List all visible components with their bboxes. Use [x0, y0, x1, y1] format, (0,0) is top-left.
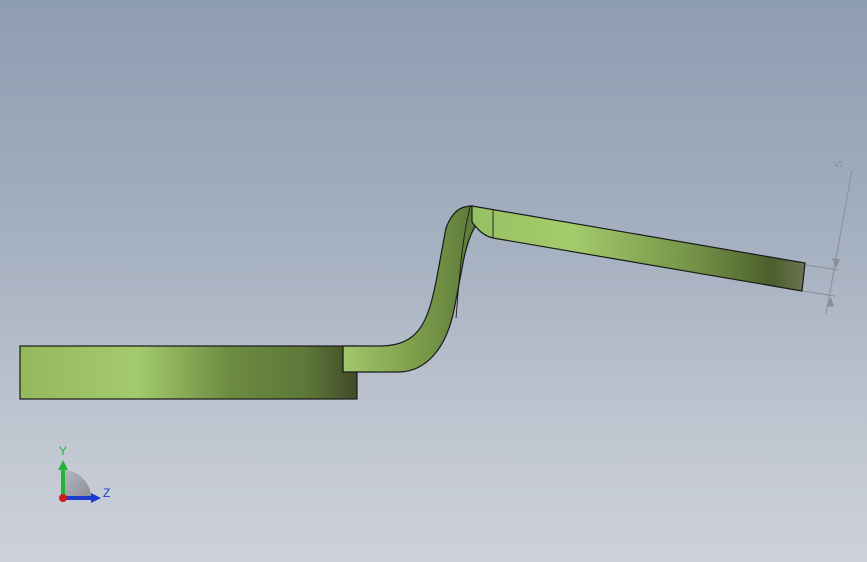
base-flange[interactable]	[19, 345, 358, 400]
triad-quadrant	[63, 470, 91, 498]
thickness-dimension[interactable]: 5	[802, 159, 853, 315]
y-axis-arrow-icon	[58, 460, 68, 470]
dimension-value: 5	[831, 159, 846, 168]
graphics-viewport[interactable]: 5 Y Z	[0, 0, 867, 562]
dimension-line	[825, 169, 853, 315]
dimension-arrow-top	[832, 258, 840, 268]
z-axis-arrow-icon	[91, 493, 101, 503]
x-axis-origin-icon	[59, 494, 67, 502]
y-axis-label: Y	[59, 444, 67, 458]
dimension-arrow-bottom	[826, 297, 834, 307]
sloped-arm[interactable]	[471, 205, 806, 292]
dimension-extension-line-top	[805, 264, 839, 271]
bend-section[interactable]	[342, 205, 495, 373]
view-triad[interactable]: Y Z	[58, 444, 110, 503]
z-axis-label: Z	[103, 486, 110, 500]
model-scene[interactable]: 5 Y Z	[0, 0, 867, 562]
